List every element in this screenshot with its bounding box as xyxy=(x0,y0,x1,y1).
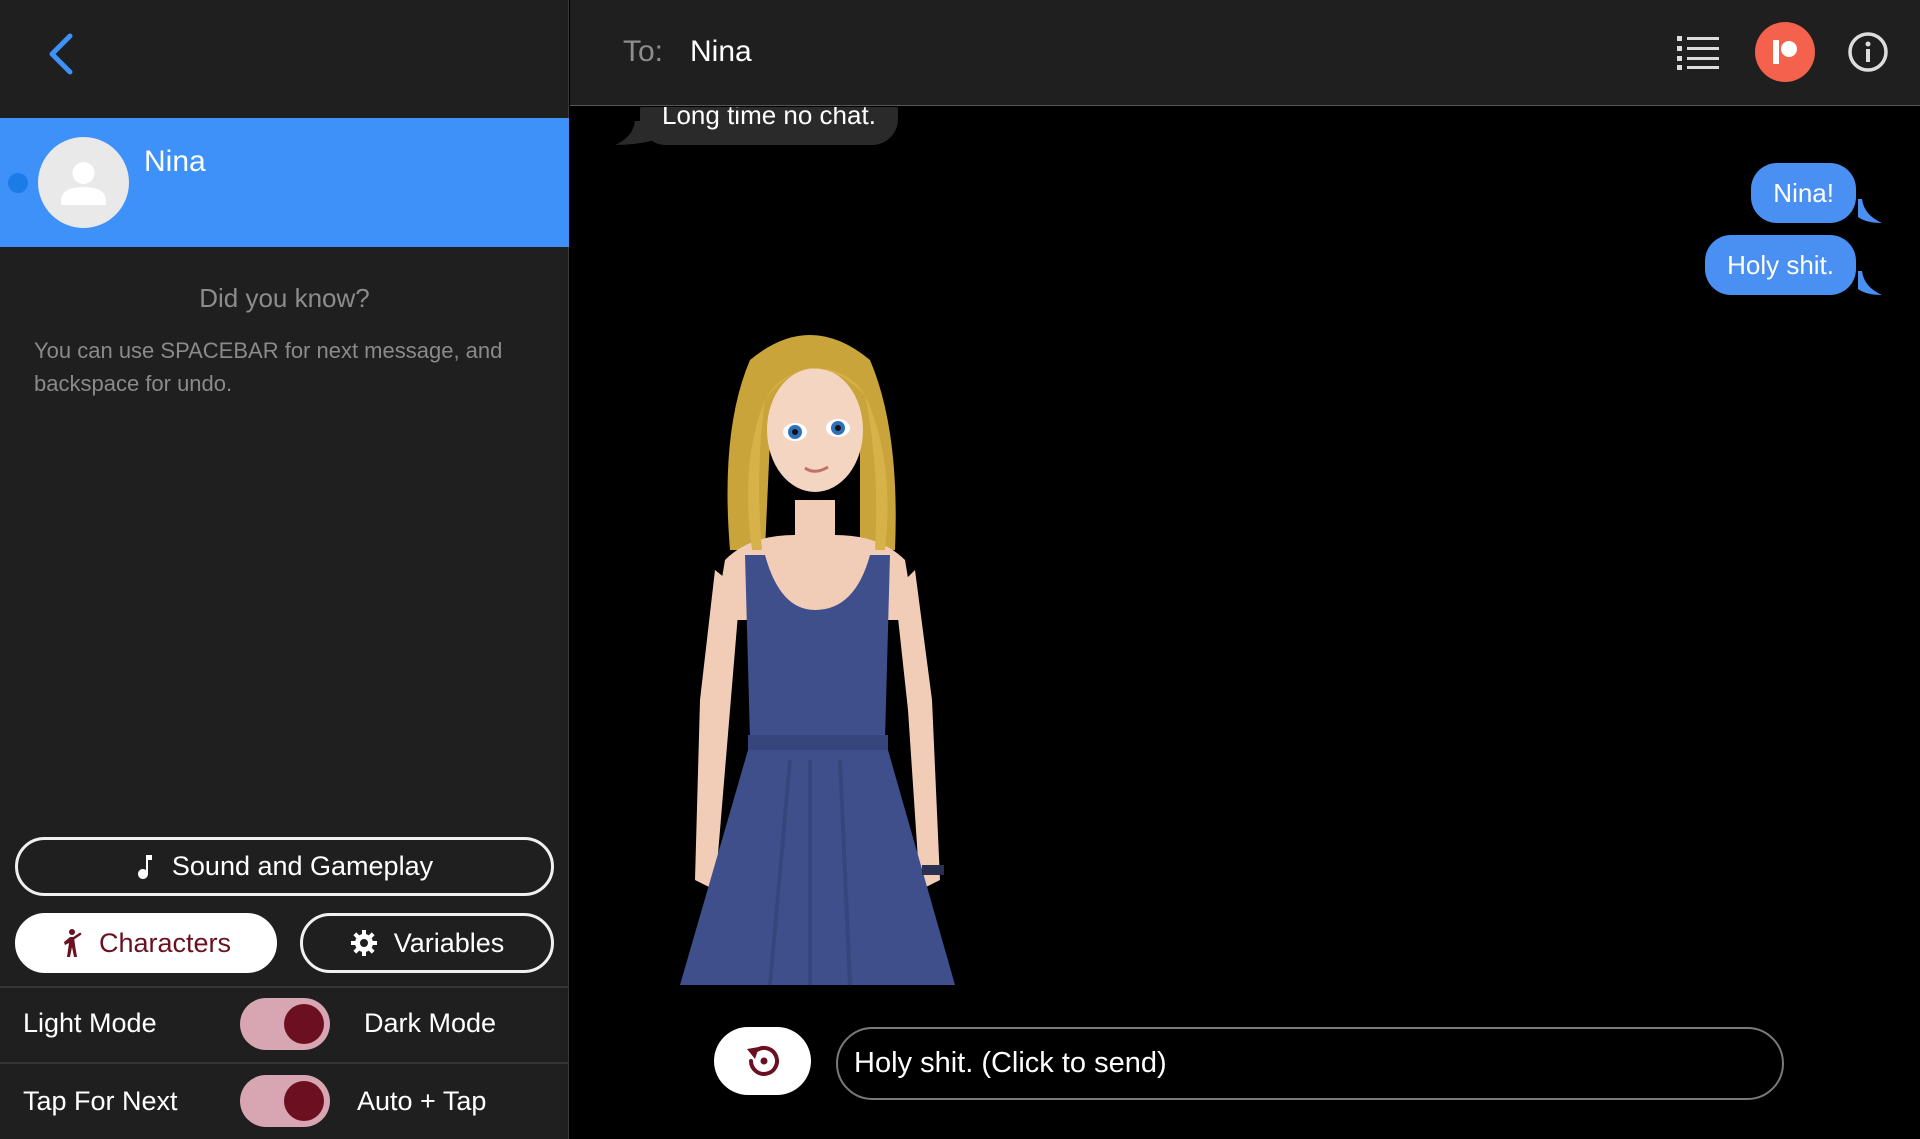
message-list: Long time no chat. Nina! Holy shit. xyxy=(570,107,1920,987)
undo-history-icon xyxy=(746,1046,779,1076)
characters-button-label: Characters xyxy=(98,927,232,958)
back-button[interactable] xyxy=(44,32,80,76)
to-label: To: xyxy=(623,35,664,68)
gear-icon xyxy=(350,930,377,956)
sound-and-gameplay-button[interactable]: Sound and Gameplay xyxy=(15,837,554,896)
avatar xyxy=(38,137,129,228)
patreon-icon xyxy=(1773,40,1797,64)
advance-mode-toggle[interactable] xyxy=(240,1075,330,1127)
message-incoming: Long time no chat. xyxy=(640,107,898,145)
outgoing-bubble-tail xyxy=(1858,199,1882,223)
characters-button[interactable]: Characters xyxy=(15,913,277,973)
next-message-field[interactable]: Holy shit. (Click to send) xyxy=(836,1027,1784,1100)
info-icon xyxy=(1848,32,1888,72)
auto-tap-label: Auto + Tap xyxy=(357,1086,487,1116)
undo-button[interactable] xyxy=(714,1027,811,1095)
chevron-left-icon xyxy=(49,33,73,75)
tip-title: Did you know? xyxy=(199,283,370,313)
divider xyxy=(0,986,569,988)
user-icon xyxy=(61,162,106,205)
chat-panel: To: Nina Long time no chat. Nina! Holy s… xyxy=(570,0,1920,1139)
outgoing-bubble-tail xyxy=(1858,271,1882,295)
variables-button[interactable]: Variables xyxy=(300,913,554,973)
tap-for-next-label: Tap For Next xyxy=(23,1086,178,1116)
person-walking-icon xyxy=(63,929,82,957)
light-mode-label: Light Mode xyxy=(23,1008,157,1038)
divider xyxy=(0,1062,569,1064)
message-outgoing: Holy shit. xyxy=(1705,235,1856,295)
advance-toggle-knob xyxy=(284,1081,324,1121)
tip-body: You can use SPACEBAR for next message, a… xyxy=(34,338,503,396)
dark-mode-label: Dark Mode xyxy=(364,1008,497,1038)
incoming-bubble-tail xyxy=(615,121,651,145)
recipient-name: Nina xyxy=(690,35,752,68)
sound-button-label: Sound and Gameplay xyxy=(171,851,434,881)
chat-header: To: Nina xyxy=(570,0,1920,106)
music-note-icon xyxy=(137,854,152,879)
contact-name: Nina xyxy=(144,145,206,178)
theme-toggle-knob xyxy=(284,1004,324,1044)
list-icon xyxy=(1677,36,1719,70)
character-portrait xyxy=(680,335,955,986)
patreon-button[interactable] xyxy=(1755,22,1815,82)
variables-button-label: Variables xyxy=(393,927,505,958)
theme-toggle[interactable] xyxy=(240,998,330,1050)
list-button[interactable] xyxy=(1668,22,1728,82)
unread-indicator xyxy=(8,173,28,193)
sidebar: Nina Did you know? You can use SPACEBAR … xyxy=(0,0,569,1139)
info-button[interactable] xyxy=(1838,22,1898,82)
message-outgoing: Nina! xyxy=(1751,163,1856,223)
sidebar-header xyxy=(0,0,569,118)
